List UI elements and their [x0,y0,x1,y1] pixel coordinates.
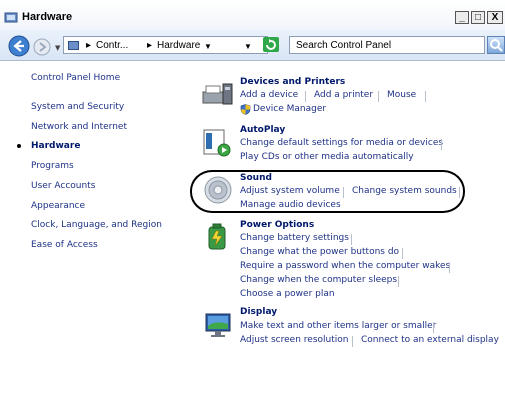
breadcrumb-separator[interactable]: ▸ [86,40,91,51]
mouse-link[interactable]: Mouse [387,90,416,100]
separator [352,336,353,347]
nav-system-and-security[interactable]: System and Security [31,102,124,112]
back-button[interactable] [8,35,30,57]
search-input[interactable]: Search Control Panel [289,36,485,54]
history-dropdown-icon[interactable]: ▼ [55,44,60,52]
device-manager-link[interactable]: Device Manager [253,104,326,114]
separator [351,234,352,245]
breadcrumb-separator[interactable]: ▸ [147,40,152,51]
play-cds-link[interactable]: Play CDs or other media automatically [240,152,414,162]
maximize-button[interactable]: □ [471,11,485,24]
address-bar[interactable]: ▸ Contr... ▸ Hardware ▼ ▼ [63,36,268,54]
nav-hardware[interactable]: Hardware [31,141,80,151]
current-item-bullet [17,144,21,148]
power-options-title[interactable]: Power Options [240,220,314,230]
separator [433,322,434,333]
add-a-device-link[interactable]: Add a device [240,90,298,100]
breadcrumb-dropdown-icon[interactable]: ▼ [204,42,212,51]
refresh-button[interactable] [263,37,279,52]
control-panel-icon [4,12,18,23]
navigation-bar: ▼ ▸ Contr... ▸ Hardware ▼ ▼ Search Contr… [0,30,505,61]
make-text-larger-link[interactable]: Make text and other items larger or smal… [240,321,436,331]
devices-printers-icon[interactable] [201,80,235,108]
nav-network-and-internet[interactable]: Network and Internet [31,122,127,132]
change-default-media-settings-link[interactable]: Change default settings for media or dev… [240,138,443,148]
require-password-on-wake-link[interactable]: Require a password when the computer wak… [240,261,450,271]
change-power-buttons-link[interactable]: Change what the power buttons do [240,247,399,257]
shield-icon [240,104,251,115]
minimize-button[interactable]: _ [455,11,469,24]
address-history-icon[interactable]: ▼ [244,42,252,51]
breadcrumb-hardware[interactable]: Hardware [157,40,200,51]
separator [425,91,426,102]
window-title: Hardware [22,11,73,23]
change-sleep-timing-link[interactable]: Change when the computer sleeps [240,275,397,285]
devices-and-printers-title[interactable]: Devices and Printers [240,77,345,87]
power-options-icon[interactable] [203,223,233,253]
nav-appearance[interactable]: Appearance [31,201,85,211]
connect-external-display-link[interactable]: Connect to an external display [361,335,499,345]
nav-programs[interactable]: Programs [31,161,74,171]
separator [398,276,399,287]
title-bar: Hardware _ □ X [0,0,505,30]
nav-ease-of-access[interactable]: Ease of Access [31,240,98,250]
search-icon [490,39,503,52]
separator [378,91,379,102]
change-battery-settings-link[interactable]: Change battery settings [240,233,349,243]
nav-clock-language-region[interactable]: Clock, Language, and Region [31,220,162,230]
separator [449,262,450,273]
nav-user-accounts[interactable]: User Accounts [31,181,95,191]
adjust-screen-resolution-link[interactable]: Adjust screen resolution [240,335,348,345]
nav-control-panel-home[interactable]: Control Panel Home [31,73,120,83]
add-a-printer-link[interactable]: Add a printer [314,90,373,100]
choose-power-plan-link[interactable]: Choose a power plan [240,289,335,299]
autoplay-title[interactable]: AutoPlay [240,125,285,135]
display-title[interactable]: Display [240,307,277,317]
control-panel-icon [68,41,79,50]
display-icon[interactable] [203,310,233,340]
search-button[interactable] [487,36,505,54]
breadcrumb-control-panel[interactable]: Contr... [96,40,128,51]
refresh-icon [266,39,276,50]
forward-button[interactable] [33,38,51,56]
separator [402,248,403,259]
sound-highlight-annotation [190,170,465,213]
close-button[interactable]: X [487,11,503,24]
separator [305,91,306,102]
separator [441,139,442,150]
autoplay-icon[interactable] [202,128,232,158]
window-controls: _ □ X [455,11,503,24]
